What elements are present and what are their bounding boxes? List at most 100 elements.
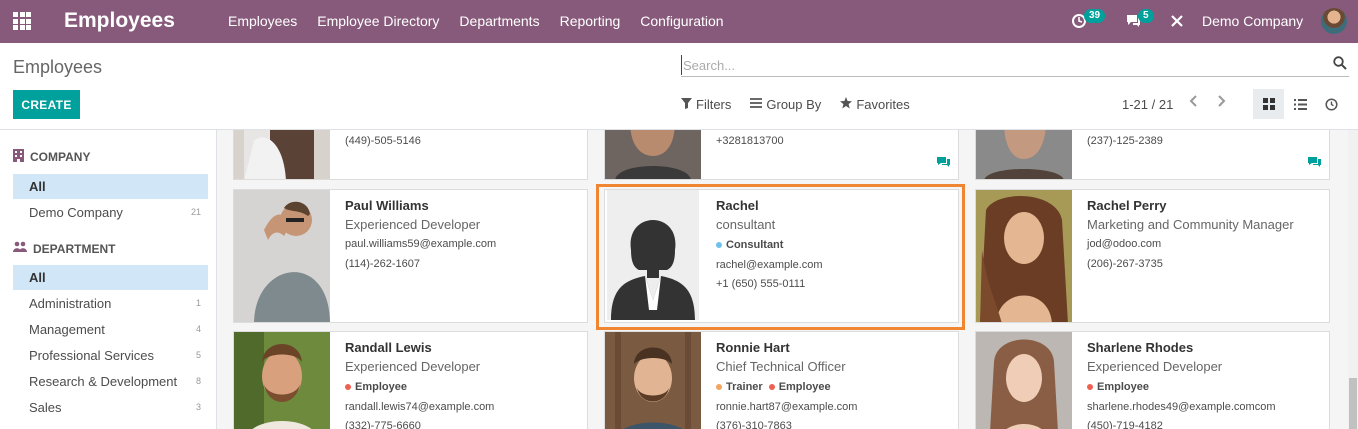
employee-card[interactable]: (237)-125-2389 [975,130,1330,180]
employee-photo [605,130,701,179]
top-navbar: Employees Employees Employee Directory D… [0,0,1358,43]
activity-count-badge: 39 [1084,9,1106,23]
employee-card-randall-lewis[interactable]: Randall Lewis Experienced Developer Empl… [233,331,588,429]
group-by-button[interactable]: Group By [750,97,821,112]
menu-employees[interactable]: Employees [218,13,307,29]
pager-previous-icon[interactable] [1184,93,1204,113]
department-filter-management[interactable]: Management 4 [13,317,208,342]
kanban-view-icon[interactable] [1253,89,1284,119]
app-title[interactable]: Employees [64,9,175,33]
search-panel: COMPANY All Demo Company 21 DEPARTMENT A… [0,130,217,429]
search-icon[interactable] [1333,56,1347,70]
chat-icon[interactable] [937,157,950,171]
department-filter-all[interactable]: All [13,265,208,290]
employee-card-paul-williams[interactable]: Paul Williams Experienced Developer paul… [233,189,588,323]
department-filter-sales[interactable]: Sales 3 [13,395,208,420]
employee-photo [234,130,330,179]
tag-employee: Employee [768,381,831,393]
employee-name: Rachel Perry [1087,198,1167,213]
employee-photo [976,332,1072,429]
employee-photo [976,190,1072,322]
department-filter-research-development[interactable]: Research & Development 8 [13,369,208,394]
activity-view-icon[interactable] [1316,89,1347,119]
employee-job-title: Chief Technical Officer [716,359,846,374]
favorites-button[interactable]: Favorites [840,97,910,112]
employee-photo [605,332,701,429]
employee-phone: (449)-505-5146 [345,135,421,147]
employee-photo [234,332,330,429]
scrollbar-thumb[interactable] [1349,378,1357,429]
users-icon [13,241,27,256]
pager-next-icon[interactable] [1211,93,1231,113]
employee-card[interactable]: +3281813700 [604,130,959,180]
search-bar [681,53,1349,77]
search-options: Filters Group By Favorites [681,97,929,112]
department-filter-administration[interactable]: Administration 1 [13,291,208,316]
group-by-icon [750,98,763,111]
employee-card-ronnie-hart[interactable]: Ronnie Hart Chief Technical Officer Trai… [604,331,959,429]
employee-email: jod@odoo.com [1087,238,1162,250]
employee-tags: Trainer Employee [716,381,837,393]
chat-icon[interactable] [1308,157,1321,171]
department-filter-count: 8 [195,376,201,386]
breadcrumb: Employees [13,57,103,77]
building-icon [13,149,24,165]
employee-photo [234,190,330,322]
filters-button[interactable]: Filters [681,97,731,112]
employee-name: Ronnie Hart [716,340,790,355]
company-filter-count: 21 [190,207,201,217]
employee-phone: (376)-310-7863 [716,420,792,429]
tag-trainer: Trainer [716,381,763,393]
messages-count-badge: 5 [1138,9,1154,23]
employee-name: Paul Williams [345,198,429,213]
filters-label: Filters [696,97,732,112]
company-filter-label: Demo Company [29,205,123,220]
department-filter-label: Professional Services [29,348,154,363]
menu-configuration[interactable]: Configuration [630,13,733,29]
employee-tags: Employee [345,381,413,393]
employee-job-title: Experienced Developer [345,359,481,374]
pager-value[interactable]: 1-21 / 21 [1122,97,1173,112]
company-filter-demo-company[interactable]: Demo Company 21 [13,200,208,225]
employee-card-sharlene-rhodes[interactable]: Sharlene Rhodes Experienced Developer Em… [975,331,1330,429]
department-filter-label: Sales [29,400,62,415]
favorites-label: Favorites [856,97,910,112]
department-filter-label: All [29,270,46,285]
menu-employee-directory[interactable]: Employee Directory [307,13,449,29]
employee-phone: +3281813700 [716,135,784,147]
tag-employee: Employee [1087,381,1149,393]
company-filter-all[interactable]: All [13,174,208,199]
employee-phone: (450)-719-4182 [1087,420,1163,429]
search-input[interactable] [681,55,1321,75]
employee-job-title: Marketing and Community Manager [1087,217,1294,232]
department-section-header: DEPARTMENT [13,241,115,256]
employee-photo [976,130,1072,179]
employee-email: ronnie.hart87@example.com [716,401,858,413]
department-filter-professional-services[interactable]: Professional Services 5 [13,343,208,368]
employee-card-rachel-perry[interactable]: Rachel Perry Marketing and Community Man… [975,189,1330,323]
employee-phone: (332)-775-6660 [345,420,421,429]
employee-card[interactable]: (449)-505-5146 [233,130,588,180]
company-switcher[interactable]: Demo Company [1202,13,1303,29]
user-avatar[interactable] [1321,8,1347,34]
department-header-label: DEPARTMENT [33,241,116,256]
company-filter-label: All [29,179,46,194]
create-button[interactable]: CREATE [13,90,80,119]
selection-highlight [596,184,965,330]
apps-menu-icon[interactable] [13,12,31,30]
tag-employee: Employee [345,381,407,393]
employee-job-title: Experienced Developer [345,217,481,232]
department-filter-count: 4 [195,324,201,334]
star-icon [840,97,853,112]
debug-tools-icon[interactable] [1170,14,1184,31]
employee-tags: Employee [1087,381,1155,393]
menu-reporting[interactable]: Reporting [550,13,631,29]
employee-phone: (237)-125-2389 [1087,135,1163,147]
department-filter-count: 1 [195,298,201,308]
filter-icon [681,97,692,112]
control-panel: Employees CREATE Filters Group By Favori… [0,43,1358,130]
department-filter-label: Research & Development [29,374,178,389]
menu-departments[interactable]: Departments [449,13,549,29]
list-view-icon[interactable] [1285,89,1316,119]
department-filter-count: 5 [195,350,201,360]
